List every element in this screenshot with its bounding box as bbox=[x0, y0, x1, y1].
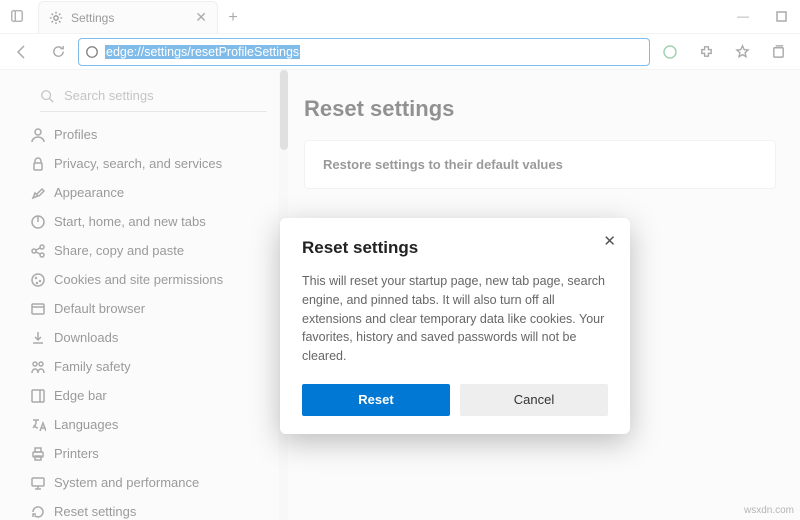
close-icon[interactable]: ✕ bbox=[603, 232, 616, 250]
watermark: wsxdn.com bbox=[744, 505, 794, 516]
dialog-body: This will reset your startup page, new t… bbox=[302, 272, 608, 366]
reset-button[interactable]: Reset bbox=[302, 384, 450, 416]
cancel-button[interactable]: Cancel bbox=[460, 384, 608, 416]
dialog-title: Reset settings bbox=[302, 238, 608, 258]
reset-dialog: ✕ Reset settings This will reset your st… bbox=[280, 218, 630, 434]
